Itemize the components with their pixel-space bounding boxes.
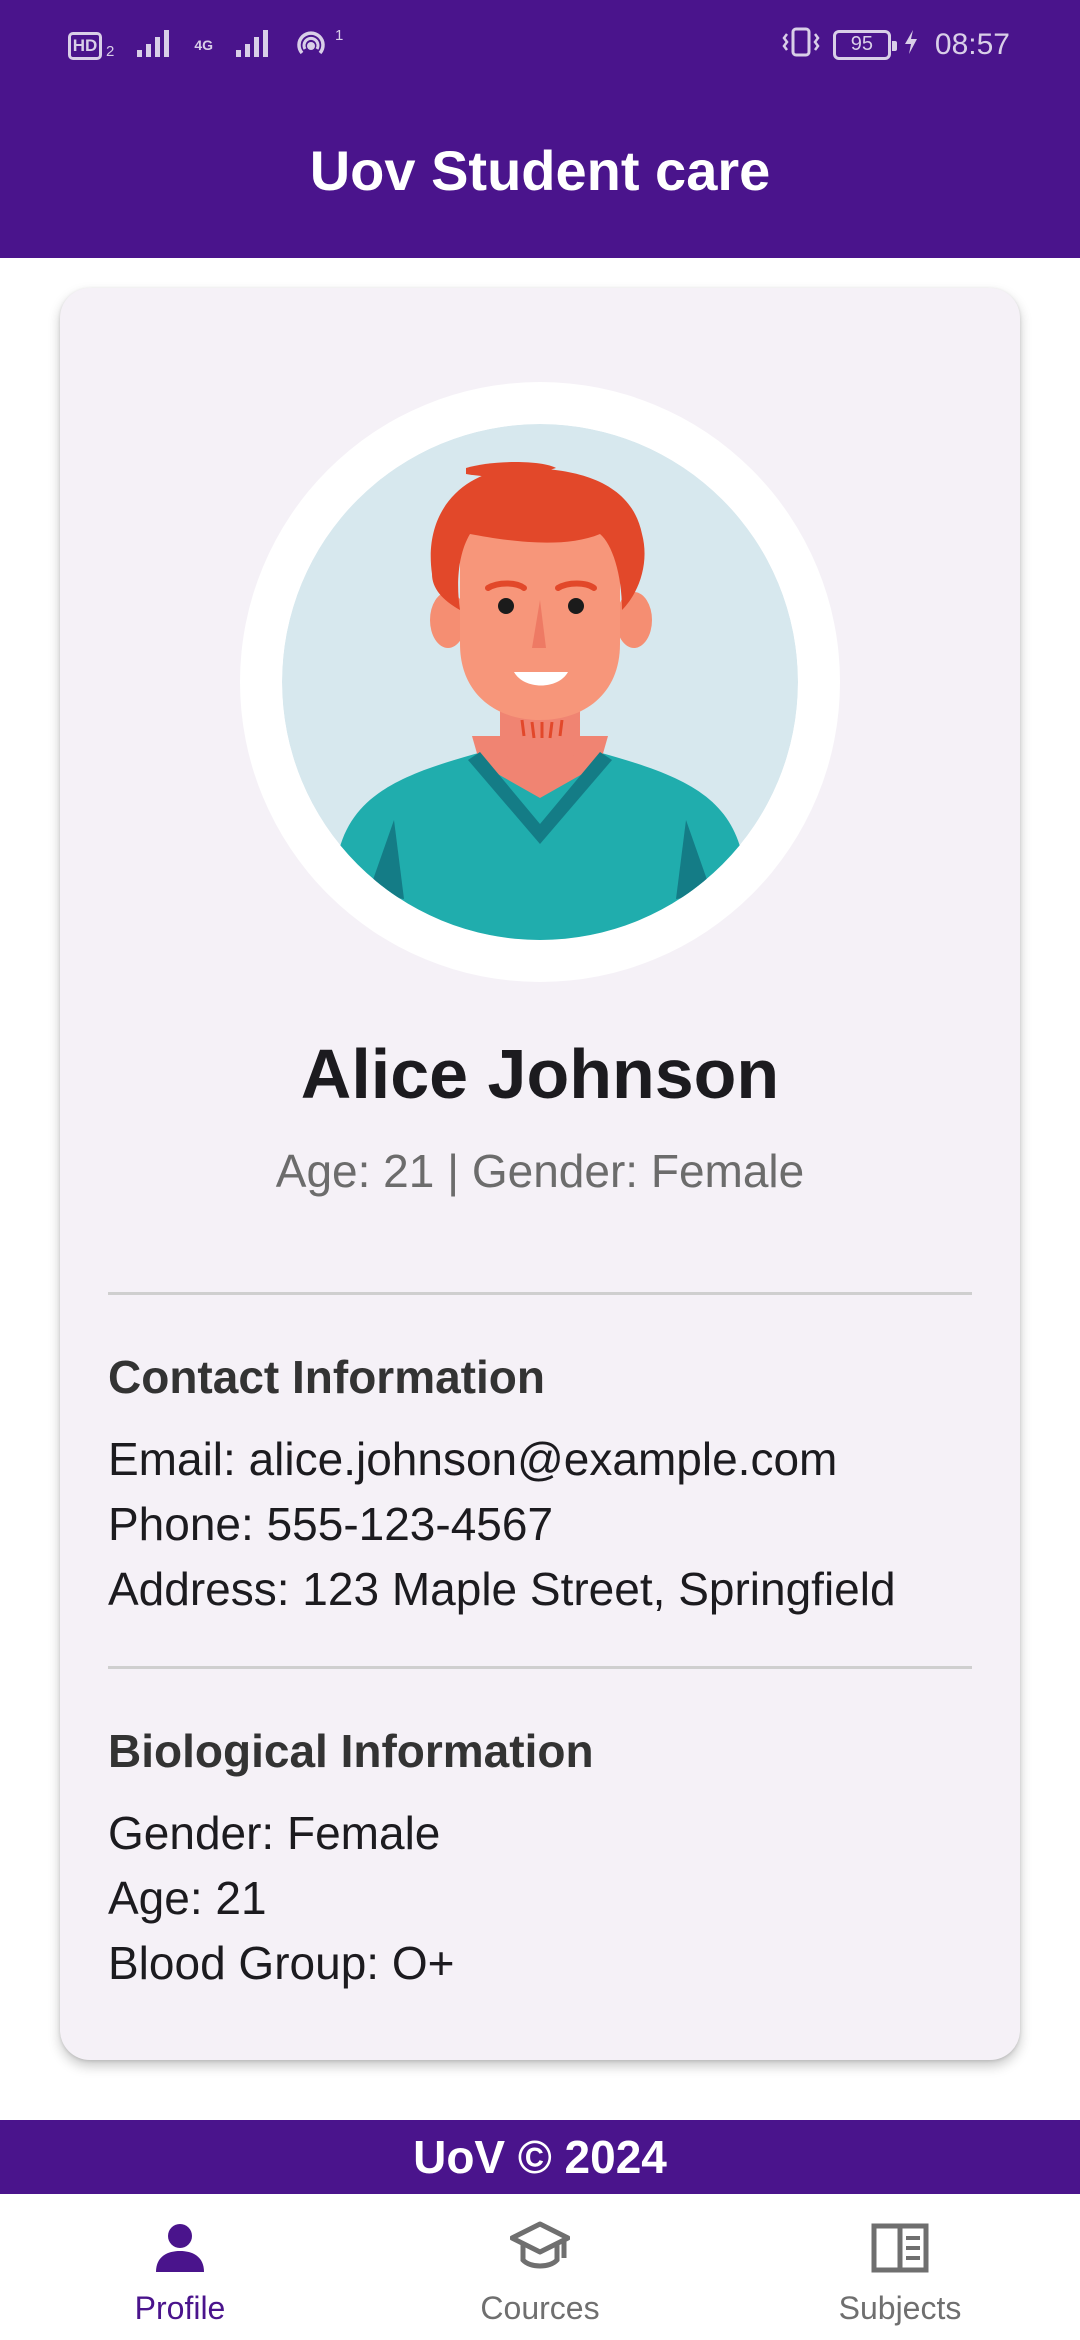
- avatar-frame: [240, 382, 840, 982]
- network-type: 4G: [194, 37, 214, 53]
- section-divider: [108, 1666, 972, 1669]
- nav-label-subjects: Subjects: [838, 2290, 962, 2326]
- signal-icon-2: [235, 28, 271, 63]
- book-icon: [870, 2218, 930, 2278]
- section-divider: [108, 1292, 972, 1295]
- nav-item-profile[interactable]: Profile: [0, 2194, 360, 2340]
- contact-info-heading: Contact Information: [108, 1351, 545, 1403]
- nav-item-courses[interactable]: Cources: [360, 2194, 720, 2340]
- status-bar: HD 2 4G 1 95 08:57: [0, 0, 1080, 90]
- hd-icon: HD: [68, 31, 102, 60]
- bottom-navigation: Profile Cources Subjects: [0, 2194, 1080, 2340]
- status-right-group: 95 08:57: [781, 26, 1010, 63]
- hotspot-count: 1: [335, 27, 344, 44]
- vibrate-icon: [781, 26, 821, 63]
- app-bar: HD 2 4G 1 95 08:57 Uov Student care: [0, 0, 1080, 258]
- footer-copyright: UoV © 2024: [0, 2120, 1080, 2194]
- charging-icon: [903, 29, 919, 60]
- app-title: Uov Student care: [309, 139, 771, 202]
- nav-label-profile: Profile: [134, 2290, 226, 2326]
- blood-group-text: Blood Group: O+: [108, 1937, 455, 1989]
- student-name: Alice Johnson: [300, 1035, 780, 1113]
- email-text: Email: alice.johnson@example.com: [108, 1433, 838, 1485]
- status-time: 08:57: [934, 27, 1010, 61]
- student-avatar-illustration: [282, 424, 798, 940]
- nav-label-courses: Cources: [480, 2290, 600, 2326]
- gender-text: Gender: Female: [108, 1807, 441, 1859]
- profile-card: Alice Johnson Age: 21 | Gender: Female C…: [60, 288, 1020, 2060]
- sim-number: 2: [106, 43, 115, 60]
- status-left-group: HD 2 4G 1: [68, 26, 343, 65]
- phone-text: Phone: 555-123-4567: [108, 1498, 554, 1550]
- avatar: [282, 424, 798, 940]
- student-summary: Age: 21 | Gender: Female: [275, 1145, 805, 1197]
- biological-info-heading: Biological Information: [108, 1725, 594, 1777]
- graduation-cap-icon: [510, 2218, 570, 2278]
- address-text: Address: 123 Maple Street, Springfield: [108, 1563, 896, 1615]
- battery-icon: 95: [832, 29, 897, 60]
- age-text: Age: 21: [108, 1872, 267, 1924]
- nav-item-subjects[interactable]: Subjects: [720, 2194, 1080, 2340]
- person-icon: [150, 2218, 210, 2278]
- hotspot-icon: [293, 26, 333, 65]
- signal-icon: [136, 28, 172, 63]
